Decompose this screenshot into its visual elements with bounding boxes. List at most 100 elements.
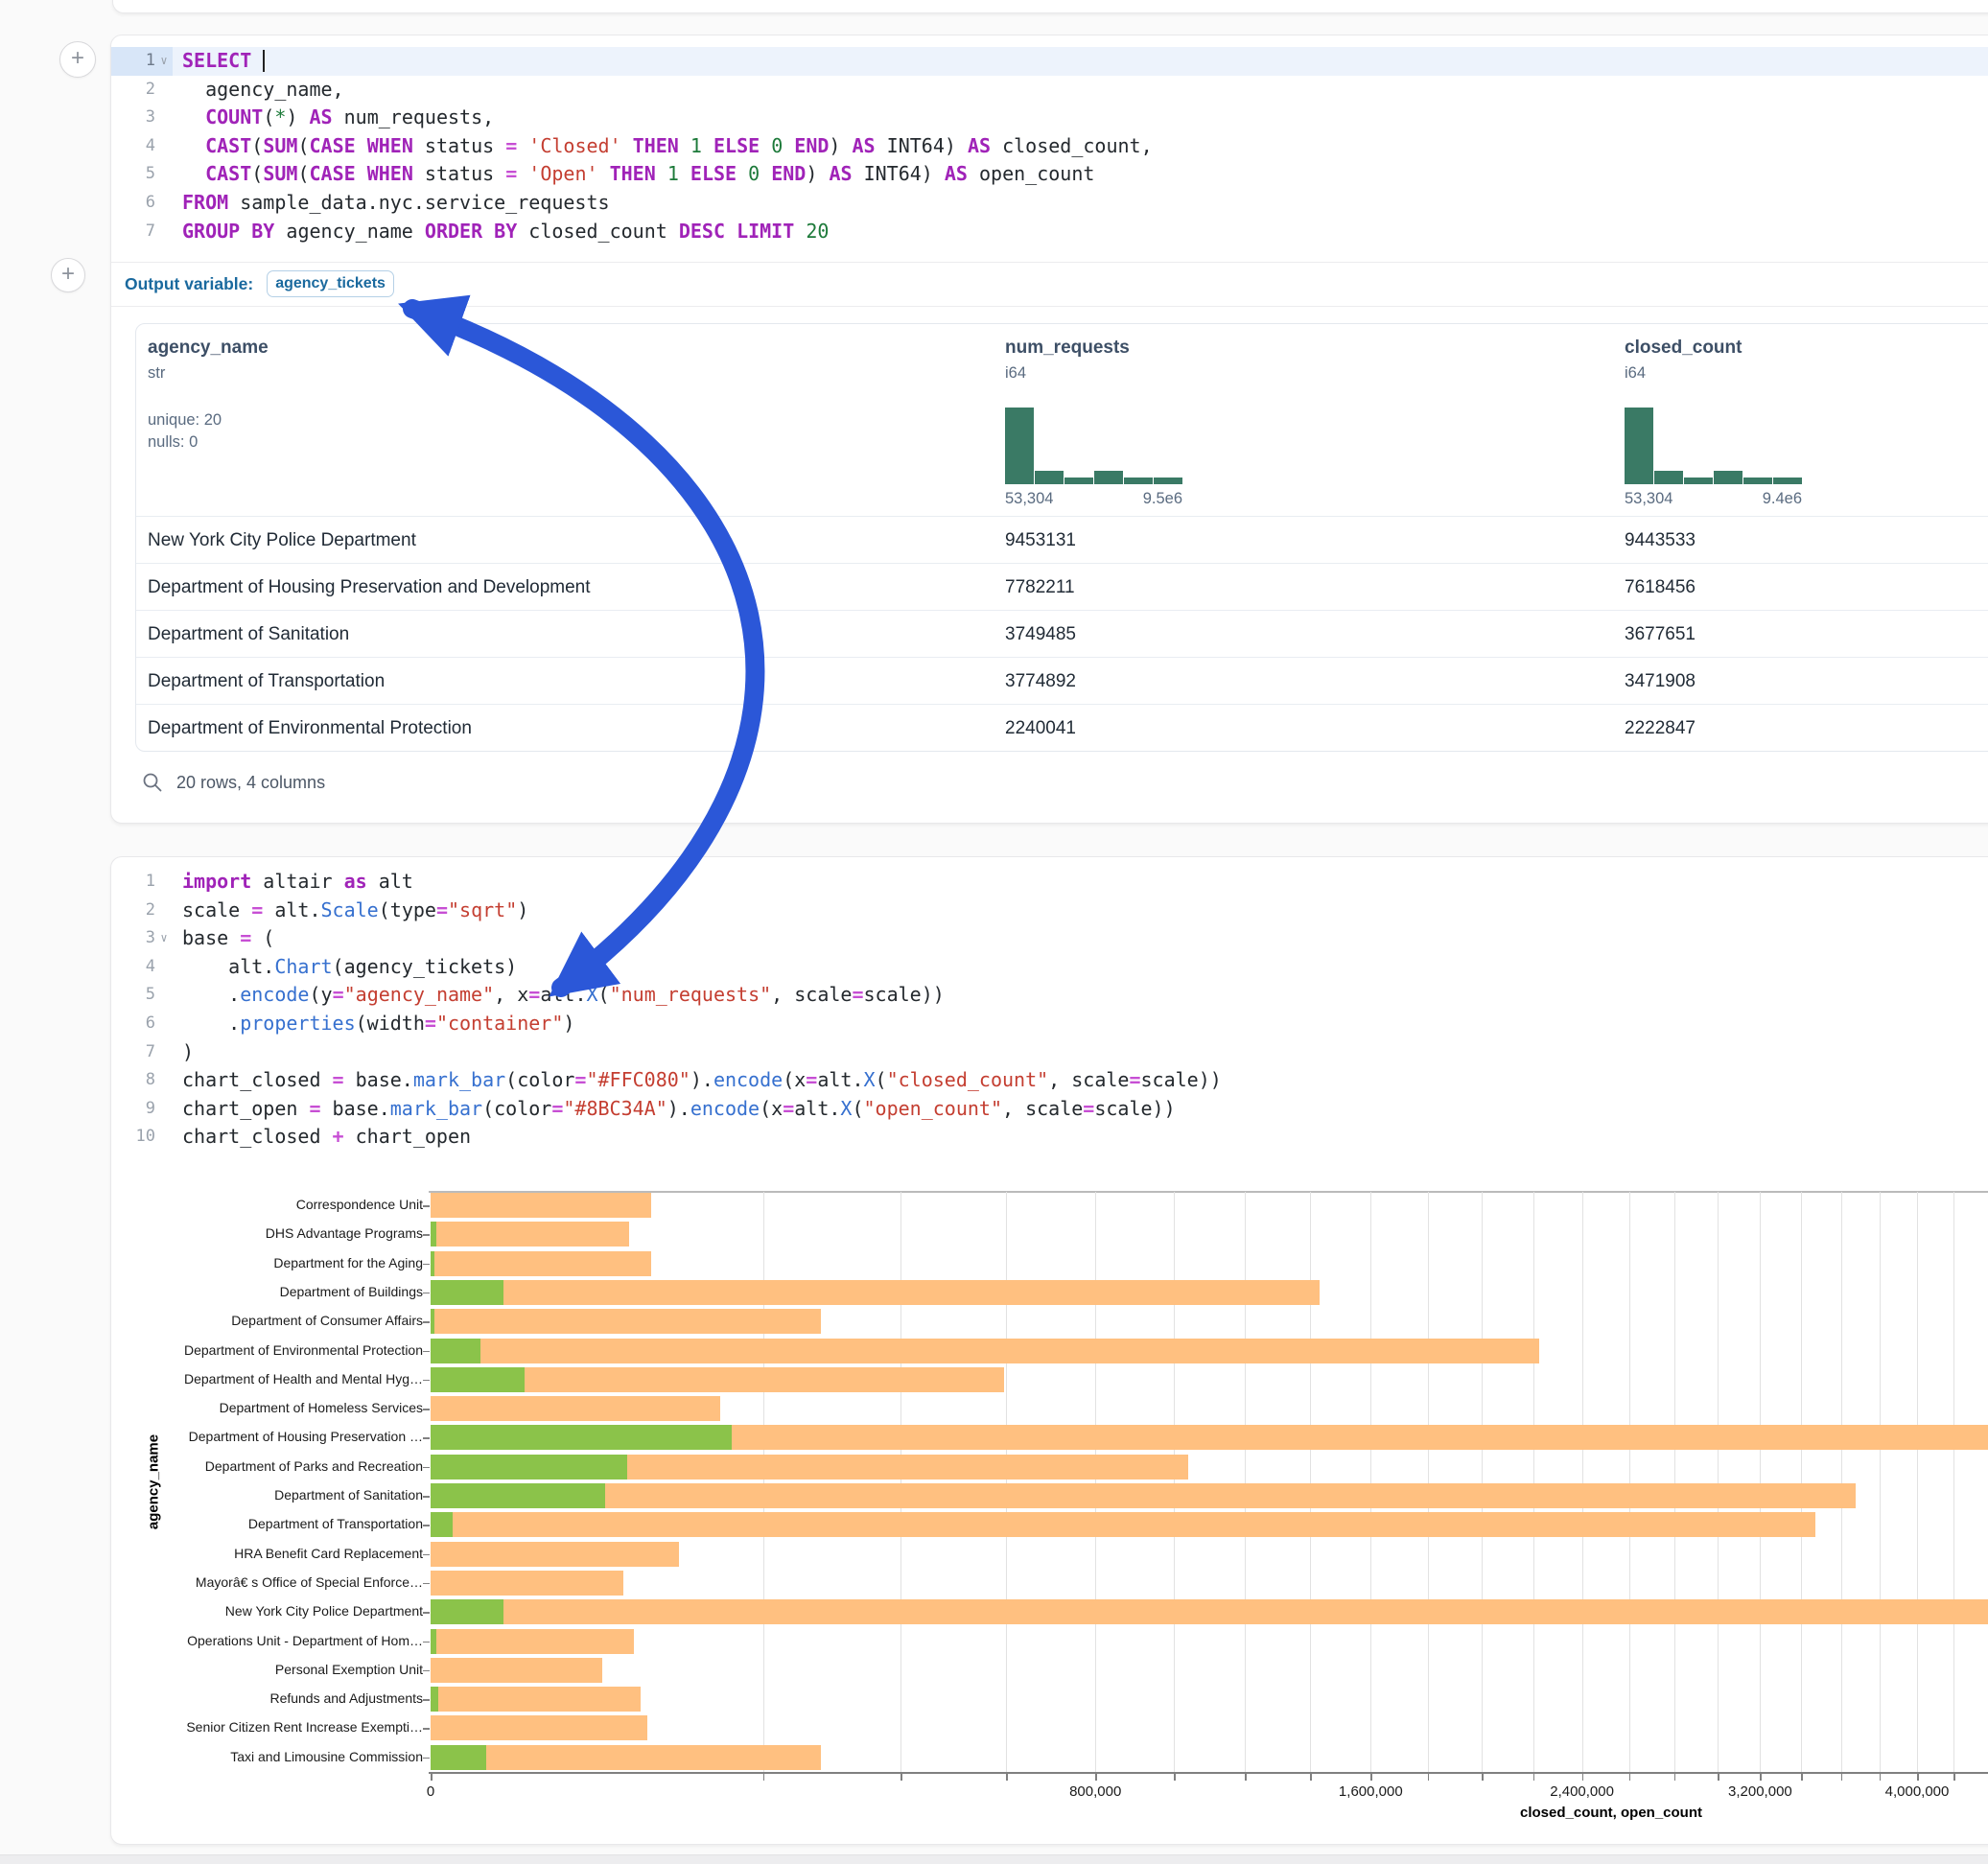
y-tick-label: Department of Housing Preservation …: [135, 1429, 423, 1444]
grid-line: [1841, 1192, 1842, 1772]
grid-line: [1718, 1192, 1719, 1772]
x-tick: [1718, 1774, 1719, 1781]
grid-line: [1174, 1192, 1175, 1772]
y-tick: [423, 1380, 430, 1382]
grid-line: [1801, 1192, 1802, 1772]
bar-closed: [431, 1483, 1856, 1508]
grid-line: [1880, 1192, 1881, 1772]
x-tick: [1582, 1774, 1584, 1781]
y-axis-title: agency_name: [146, 1415, 162, 1549]
x-tick: [1245, 1774, 1247, 1781]
x-tick-label: 1,600,000: [1339, 1783, 1403, 1800]
x-tick: [1482, 1774, 1484, 1781]
x-tick: [1880, 1774, 1882, 1781]
bar-closed: [431, 1309, 821, 1334]
x-tick: [1629, 1774, 1631, 1781]
y-tick-label: Department of Sanitation: [135, 1487, 423, 1503]
bar-open: [431, 1629, 436, 1654]
bar-open: [431, 1483, 605, 1508]
grid-line: [1370, 1192, 1371, 1772]
bar-open: [431, 1309, 434, 1334]
y-tick: [423, 1264, 430, 1266]
y-tick-label: New York City Police Department: [135, 1603, 423, 1619]
y-tick-label: Department of Homeless Services: [135, 1400, 423, 1415]
bar-open: [431, 1599, 503, 1624]
next-cell-top-edge: [0, 1854, 1988, 1864]
y-tick-label: Department of Consumer Affairs: [135, 1313, 423, 1328]
x-axis-title: closed_count, open_count: [1520, 1805, 1702, 1821]
x-tick-label: 3,200,000: [1728, 1783, 1792, 1800]
plot-top-border: [429, 1191, 1988, 1193]
y-tick-label: Department of Transportation: [135, 1516, 423, 1531]
y-tick: [423, 1409, 430, 1410]
x-tick: [1533, 1774, 1535, 1781]
grid-line: [1533, 1192, 1534, 1772]
y-tick-label: Refunds and Adjustments: [135, 1690, 423, 1706]
x-tick: [1841, 1774, 1843, 1781]
grid-line: [1428, 1192, 1429, 1772]
bar-open: [431, 1687, 438, 1712]
grid-line: [1006, 1192, 1007, 1772]
x-tick: [1310, 1774, 1312, 1781]
y-tick: [423, 1525, 430, 1526]
bar-open: [431, 1512, 453, 1537]
bar-closed: [431, 1629, 634, 1654]
bar-closed: [431, 1571, 623, 1596]
y-tick-label: Mayorâ€ s Office of Special Enforce…: [135, 1574, 423, 1590]
grid-line: [1629, 1192, 1630, 1772]
y-tick-label: Department of Parks and Recreation: [135, 1458, 423, 1474]
y-tick-label: DHS Advantage Programs: [135, 1225, 423, 1241]
y-tick: [423, 1699, 430, 1701]
grid-line: [1953, 1192, 1954, 1772]
y-tick-label: Taxi and Limousine Commission: [135, 1749, 423, 1764]
grid-line: [1095, 1192, 1096, 1772]
bar-closed: [431, 1251, 651, 1276]
y-tick-label: Operations Unit - Department of Hom…: [135, 1633, 423, 1648]
y-tick: [423, 1293, 430, 1294]
y-tick: [423, 1642, 430, 1643]
bar-closed: [431, 1687, 641, 1712]
y-tick-label: HRA Benefit Card Replacement: [135, 1546, 423, 1561]
bar-closed: [431, 1715, 647, 1740]
x-axis-line: [429, 1772, 1988, 1774]
grid-line: [1674, 1192, 1675, 1772]
y-tick: [423, 1437, 430, 1439]
bar-open: [431, 1367, 525, 1392]
grid-line: [1582, 1192, 1583, 1772]
bar-closed: [431, 1396, 720, 1421]
y-tick: [423, 1554, 430, 1556]
x-tick: [1801, 1774, 1803, 1781]
x-tick-label: 800,000: [1069, 1783, 1121, 1800]
bar-closed: [431, 1745, 821, 1770]
y-tick-label: Correspondence Unit: [135, 1197, 423, 1212]
x-tick: [1006, 1774, 1008, 1781]
y-tick: [423, 1351, 430, 1353]
grid-line: [1760, 1192, 1761, 1772]
x-tick: [1917, 1774, 1919, 1781]
grid-line: [1482, 1192, 1483, 1772]
y-tick-label: Department of Health and Mental Hyg…: [135, 1371, 423, 1386]
y-tick: [423, 1728, 430, 1730]
y-tick-label: Department for the Aging: [135, 1255, 423, 1270]
x-tick: [1095, 1774, 1097, 1781]
grid-line: [1917, 1192, 1918, 1772]
x-tick: [900, 1774, 902, 1781]
bar-open: [431, 1339, 480, 1363]
y-tick: [423, 1467, 430, 1469]
y-tick: [423, 1758, 430, 1759]
x-tick: [1760, 1774, 1762, 1781]
x-tick: [1370, 1774, 1372, 1781]
y-tick: [423, 1205, 430, 1207]
bar-open: [431, 1745, 486, 1770]
y-tick: [423, 1612, 430, 1614]
y-tick: [423, 1670, 430, 1672]
y-tick: [423, 1583, 430, 1585]
x-tick: [763, 1774, 765, 1781]
x-tick: [431, 1774, 433, 1781]
x-tick-label: 2,400,000: [1550, 1783, 1614, 1800]
grid-line: [1245, 1192, 1246, 1772]
x-tick-label: 4,000,000: [1885, 1783, 1950, 1800]
y-tick: [423, 1321, 430, 1323]
bar-open: [431, 1280, 503, 1305]
bar-closed: [431, 1222, 629, 1247]
